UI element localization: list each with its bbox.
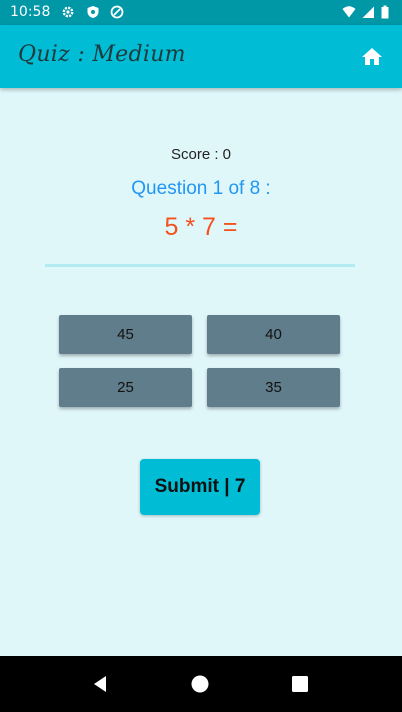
- shield-icon: [86, 5, 100, 19]
- recents-icon: [288, 672, 312, 696]
- status-time: 10:58: [10, 4, 51, 20]
- home-icon: [360, 45, 384, 69]
- answer-input[interactable]: [45, 240, 355, 267]
- option-button-3[interactable]: 25: [59, 368, 192, 407]
- back-button[interactable]: [88, 672, 112, 696]
- navigation-bar: [0, 656, 402, 712]
- back-icon: [88, 672, 112, 696]
- submit-button[interactable]: Submit | 7: [140, 459, 260, 515]
- battery-icon: [380, 5, 390, 19]
- equation-label: 5 * 7 =: [164, 213, 238, 241]
- option-button-4[interactable]: 35: [207, 368, 340, 407]
- option-button-2[interactable]: 40: [207, 315, 340, 354]
- home-button[interactable]: [360, 45, 384, 69]
- home-nav-button[interactable]: [188, 672, 212, 696]
- app-bar: Quiz : Medium: [0, 25, 402, 88]
- settings-icon: [61, 5, 75, 19]
- recents-button[interactable]: [288, 672, 312, 696]
- wifi-icon: [342, 5, 356, 19]
- home-circle-icon: [188, 672, 212, 696]
- score-label: Score : 0: [170, 146, 232, 163]
- app-title: Quiz : Medium: [18, 42, 186, 67]
- at-sign-icon: [110, 5, 124, 19]
- question-label: Question 1 of 8 :: [131, 178, 271, 199]
- status-bar: 10:58: [0, 0, 402, 25]
- option-button-1[interactable]: 45: [59, 315, 192, 354]
- signal-icon: [361, 5, 375, 19]
